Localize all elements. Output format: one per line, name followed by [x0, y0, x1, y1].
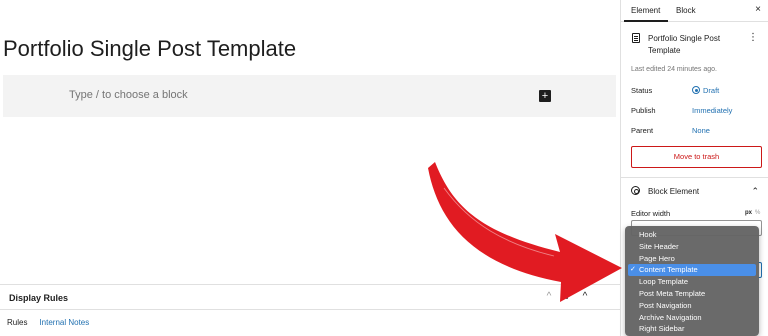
publish-label: Publish [631, 106, 656, 115]
display-rules-tabs: Rules Internal Notes [7, 318, 89, 327]
tab-internal-notes[interactable]: Internal Notes [39, 318, 89, 327]
status-label: Status [631, 86, 653, 95]
active-tab-indicator [624, 20, 668, 22]
dropdown-option[interactable]: Post Meta Template [625, 288, 759, 300]
status-value-text[interactable]: Draft [703, 86, 719, 95]
checkmark-icon: ✓ [630, 266, 636, 274]
move-to-trash-button[interactable]: Move to trash [631, 146, 762, 168]
parent-value[interactable]: None [692, 126, 710, 135]
unit-percent-toggle[interactable]: % [755, 210, 760, 216]
divider [621, 177, 768, 178]
block-element-icon [631, 186, 640, 195]
display-rules-panel: Display Rules ^ v ^ Rules Internal Notes [0, 284, 620, 336]
divider [0, 309, 620, 310]
dropdown-option-label[interactable]: Content Template [639, 265, 698, 274]
dropdown-option[interactable]: Hook [625, 229, 759, 241]
page-title[interactable]: Portfolio Single Post Template [3, 36, 296, 62]
last-edited-text: Last edited 24 minutes ago. [631, 66, 718, 73]
dropdown-option[interactable]: Post Navigation [625, 300, 759, 312]
dropdown-option[interactable]: Right Sidebar [625, 323, 759, 335]
parent-label: Parent [631, 126, 654, 135]
dropdown-option[interactable]: Site Header [625, 241, 759, 253]
document-icon [632, 33, 640, 43]
tab-rules[interactable]: Rules [7, 318, 27, 327]
block-element-title[interactable]: Block Element [648, 187, 699, 196]
document-title: Portfolio Single Post Template [648, 34, 721, 55]
more-options-icon[interactable]: ⋮ [748, 33, 758, 43]
chevron-up-icon[interactable]: ⌃ [751, 186, 759, 197]
unit-px-toggle[interactable]: px [745, 210, 752, 216]
editor-width-label: Editor width [631, 209, 671, 218]
block-placeholder-row[interactable]: Type / to choose a block + [3, 75, 616, 117]
editor-canvas: Portfolio Single Post Template Type / to… [0, 0, 620, 336]
publish-value[interactable]: Immediately [692, 106, 732, 115]
tab-element[interactable]: Element [631, 6, 660, 15]
dropdown-option[interactable]: Page Hero [625, 253, 759, 265]
draft-status-icon [692, 86, 700, 94]
block-placeholder-text[interactable]: Type / to choose a block [69, 89, 188, 101]
display-rules-title: Display Rules [9, 293, 69, 303]
element-type-dropdown[interactable]: Hook Site Header Page Hero ✓ Content Temp… [625, 226, 759, 336]
display-rules-controls: ^ v ^ [544, 291, 590, 302]
status-value[interactable]: Draft [692, 86, 719, 95]
close-icon[interactable]: × [755, 4, 761, 15]
collapse-icon[interactable]: ^ [580, 291, 590, 302]
dropdown-option-selected[interactable]: ✓ Content Template [628, 264, 756, 277]
dropdown-option[interactable]: Archive Navigation [625, 312, 759, 324]
dropdown-option[interactable]: Loop Template [625, 276, 759, 288]
tab-block[interactable]: Block [676, 6, 696, 15]
move-up-icon[interactable]: ^ [544, 291, 554, 302]
add-block-icon[interactable]: + [539, 90, 551, 102]
move-down-icon[interactable]: v [562, 291, 572, 302]
sidebar-tabs: Element Block × [621, 0, 768, 22]
